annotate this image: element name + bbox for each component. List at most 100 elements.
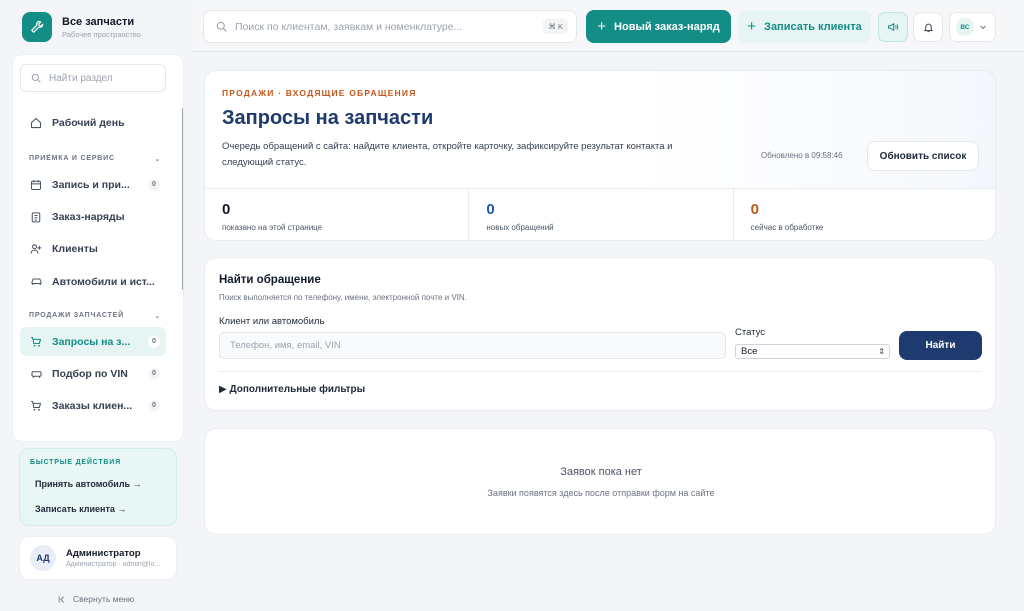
megaphone-icon	[887, 23, 899, 31]
sidebar-item-label: Заказы клиен...	[52, 399, 133, 412]
empty-state-subtitle: Заявки появятся здесь после отправки фор…	[487, 488, 715, 498]
book-client-link[interactable]: Записать клиента →	[35, 504, 176, 514]
global-search[interactable]: ⌘ K	[203, 10, 577, 43]
search-icon	[31, 73, 41, 83]
user-menu-button[interactable]: ВС	[949, 12, 996, 42]
sidebar-item-label: Автомобили и ист...	[52, 275, 155, 288]
chevron-down-icon: ⌄	[154, 156, 161, 163]
bell-icon	[923, 23, 933, 32]
sidebar-section-service[interactable]: ПРИЁМКА И СЕРВИС ⌄	[29, 155, 161, 163]
stat-shown: 0 показано на этой странице	[205, 189, 470, 240]
client-search-input[interactable]	[219, 332, 726, 359]
home-icon	[29, 116, 43, 130]
stat-label: сейчас в обработке	[750, 223, 824, 232]
sidebar-item-client-orders[interactable]: Заказы клиен... 0	[20, 391, 166, 420]
status-select-value: Все	[741, 346, 758, 357]
new-work-order-label: Новый заказ-наряд	[614, 20, 720, 33]
brand-subtitle: Рабочее пространство	[62, 29, 141, 39]
find-button[interactable]: Найти	[899, 331, 982, 360]
quick-actions-title: БЫСТРЫЕ ДЕЙСТВИЯ	[30, 459, 121, 466]
stat-new: 0 новых обращений	[469, 189, 734, 240]
empty-state-card: Заявок пока нет Заявки появятся здесь по…	[204, 428, 996, 535]
updown-chevron-icon: ⇕	[878, 347, 885, 356]
user-role: Администратор · admin@lo...	[66, 561, 161, 568]
count-badge: 0	[148, 367, 160, 380]
brand-title: Все запчасти	[62, 15, 135, 28]
sidebar-scrollbar[interactable]	[182, 107, 183, 291]
client-field-label: Клиент или автомобиль	[219, 316, 325, 327]
plus-icon: +	[747, 18, 757, 35]
sidebar-item-label: Клиенты	[52, 242, 98, 255]
sidebar-section-parts[interactable]: ПРОДАЖИ ЗАПЧАСТЕЙ ⌄	[29, 312, 161, 320]
notifications-button[interactable]	[913, 12, 943, 42]
avatar: АД	[30, 545, 56, 571]
user-card[interactable]: АД Администратор Администратор · admin@l…	[19, 536, 177, 580]
topbar: ⌘ K + Новый заказ-наряд + Записать клиен…	[192, 0, 1024, 52]
collapse-menu-button[interactable]: Свернуть меню	[58, 594, 134, 604]
sidebar-item-workday[interactable]: Рабочий день	[20, 108, 166, 137]
new-work-order-button[interactable]: + Новый заказ-наряд	[586, 10, 731, 43]
stat-value: 0	[750, 201, 759, 218]
count-badge: 0	[148, 335, 160, 348]
sidebar-search[interactable]	[20, 64, 166, 92]
page-header-card: ПРОДАЖИ · ВХОДЯЩИЕ ОБРАЩЕНИЯ Запросы на …	[204, 70, 996, 241]
book-client-button[interactable]: + Записать клиента	[738, 10, 871, 43]
empty-state-title: Заявок пока нет	[560, 466, 642, 478]
stats-row: 0 показано на этой странице 0 новых обра…	[205, 188, 995, 240]
plus-icon: +	[597, 18, 607, 35]
stat-label: показано на этой странице	[222, 223, 323, 232]
cart-icon	[29, 399, 43, 413]
wrench-icon	[22, 12, 52, 42]
cart-icon	[29, 335, 43, 349]
calendar-icon	[29, 178, 43, 192]
car-icon	[29, 367, 43, 381]
sidebar-item-label: Рабочий день	[52, 116, 125, 129]
collapse-label: Свернуть меню	[73, 594, 135, 604]
sidebar-item-clients[interactable]: Клиенты	[20, 234, 166, 263]
announcements-button[interactable]	[878, 12, 908, 42]
car-icon	[29, 275, 43, 289]
collapse-icon	[58, 595, 64, 603]
page-description: Очередь обращений с сайта: найдите клиен…	[222, 141, 673, 168]
sidebar-item-appointments[interactable]: Запись и при... 0	[20, 170, 166, 199]
sidebar-item-label: Запросы на з...	[52, 335, 131, 348]
status-field-label: Статус	[735, 327, 766, 338]
search-card-subtitle: Поиск выполняется по телефону, имени, эл…	[219, 293, 467, 302]
sidebar-item-vehicles[interactable]: Автомобили и ист...	[20, 267, 166, 296]
more-filters-toggle[interactable]: ▶ Дополнительные фильтры	[219, 384, 365, 395]
refresh-list-button[interactable]: Обновить список	[867, 141, 979, 171]
user-name: Администратор	[66, 548, 141, 559]
user-plus-icon	[29, 242, 43, 256]
sidebar-item-parts-requests[interactable]: Запросы на з... 0	[20, 327, 166, 356]
page-title: Запросы на запчасти	[222, 107, 434, 129]
count-badge: 0	[148, 178, 160, 191]
stat-in-progress: 0 сейчас в обработке	[734, 189, 995, 240]
count-badge: 0	[148, 399, 160, 412]
sidebar: Все запчасти Рабочее пространство Рабочи…	[6, 6, 186, 611]
chevron-down-icon	[980, 25, 986, 30]
updated-timestamp: Обновлено в 09:58:46	[761, 151, 843, 160]
search-icon	[216, 21, 227, 32]
brand[interactable]: Все запчасти Рабочее пространство	[6, 6, 184, 48]
global-search-input[interactable]	[235, 20, 525, 33]
stat-label: новых обращений	[486, 223, 554, 232]
search-card: Найти обращение Поиск выполняется по тел…	[204, 257, 996, 411]
sidebar-search-input[interactable]	[49, 72, 159, 84]
stat-value: 0	[222, 201, 231, 218]
chevron-down-icon: ⌄	[154, 313, 161, 320]
breadcrumb: ПРОДАЖИ · ВХОДЯЩИЕ ОБРАЩЕНИЯ	[222, 88, 417, 98]
search-card-title: Найти обращение	[219, 274, 321, 286]
sidebar-item-work-orders[interactable]: Заказ-наряды	[20, 202, 166, 231]
quick-actions: БЫСТРЫЕ ДЕЙСТВИЯ Принять автомобиль → За…	[19, 448, 177, 526]
accept-vehicle-link[interactable]: Принять автомобиль →	[35, 479, 176, 489]
clipboard-icon	[29, 210, 43, 224]
shortcut-hint: ⌘ K	[543, 19, 568, 34]
sidebar-item-label: Запись и при...	[52, 178, 130, 191]
book-client-label: Записать клиента	[764, 20, 862, 33]
status-select[interactable]: Все ⇕	[735, 344, 890, 359]
sidebar-nav: Рабочий день ПРИЁМКА И СЕРВИС ⌄ Запись и…	[12, 54, 184, 442]
sidebar-item-vin-lookup[interactable]: Подбор по VIN 0	[20, 359, 166, 388]
sidebar-item-label: Подбор по VIN	[52, 367, 128, 380]
avatar: ВС	[956, 18, 974, 36]
divider	[219, 371, 982, 372]
